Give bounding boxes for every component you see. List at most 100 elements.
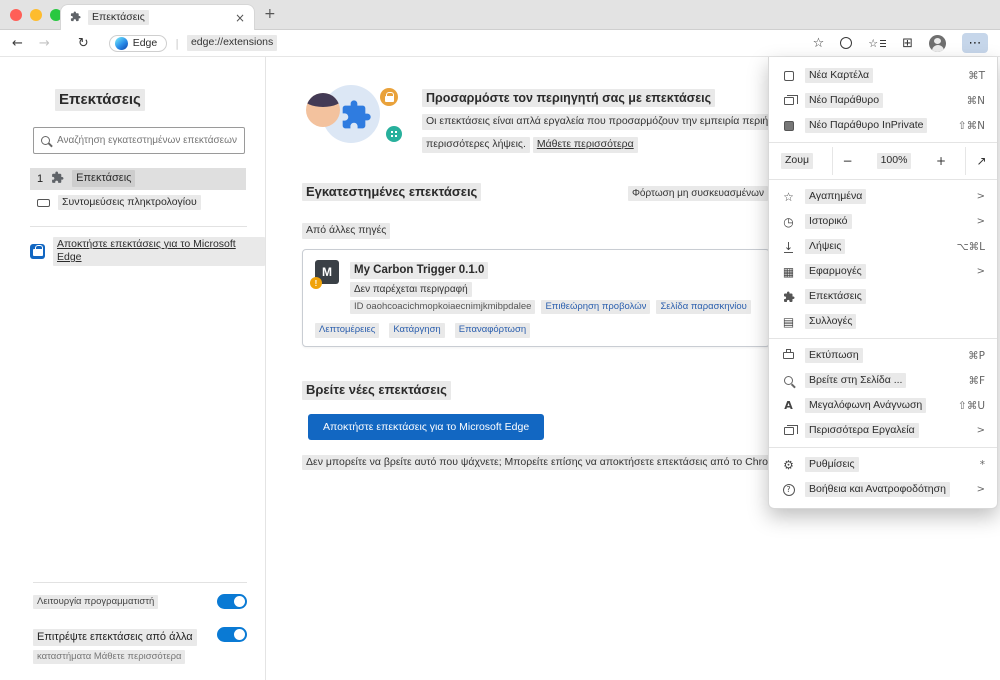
menu-item-collections[interactable]: ▤ Συλλογές (769, 309, 997, 334)
new-tab-button[interactable]: + (264, 6, 276, 22)
sidebar-title: Επεκτάσεις (55, 89, 145, 111)
sidebar-item-label: Συντομεύσεις πληκτρολογίου (58, 194, 201, 211)
menu-separator (769, 338, 997, 339)
menu-item-more-tools[interactable]: Περισσότερα Εργαλεία > (769, 418, 997, 443)
fullscreen-icon[interactable]: ↗ (965, 147, 997, 175)
site-badge-label: Edge (132, 37, 158, 49)
favorites-star-icon: ☆ (783, 189, 794, 204)
history-icon: ◷ (783, 214, 794, 229)
sidebar-item-extensions[interactable]: 1 Επεκτάσεις (30, 167, 246, 190)
extension-description: Δεν παρέχεται περιγραφή (350, 282, 472, 297)
star-glyph-icon: ☆ (868, 36, 879, 50)
menu-item-apps[interactable]: ▦ Εφαρμογές > (769, 259, 997, 284)
search-icon (41, 135, 50, 145)
address-url[interactable]: edge://extensions (186, 35, 278, 51)
get-extensions-button[interactable]: Αποκτήστε επεκτάσεις για το Microsoft Ed… (308, 413, 545, 440)
back-button[interactable]: ← (12, 36, 23, 51)
favorites-hub-icon[interactable]: ☆ (868, 36, 887, 50)
copilot-icon[interactable] (840, 37, 853, 49)
menu-item-new-window[interactable]: Νέο Παράθυρο ⌘N (769, 88, 997, 113)
close-tab-icon[interactable]: × (235, 11, 245, 25)
menu-item-settings[interactable]: ⚙ Ρυθμίσεις * (769, 452, 997, 477)
profile-avatar[interactable] (929, 34, 946, 52)
sidebar-item-keyboard-shortcuts[interactable]: Συντομεύσεις πληκτρολογίου (30, 192, 246, 214)
address-bar[interactable]: Edge | edge://extensions (108, 34, 278, 52)
developer-mode-toggle[interactable] (217, 594, 247, 610)
settings-and-more-button[interactable]: ⋯ (962, 33, 988, 53)
allow-other-stores-toggle[interactable] (217, 627, 247, 643)
hero-illustration (306, 85, 406, 147)
zoom-label: Ζουμ (781, 153, 814, 169)
reload-button[interactable]: ↻ (78, 36, 89, 51)
allow-other-stores-sublabel: καταστήματα Μάθετε περισσότερα (33, 649, 186, 664)
collections-icon: ▤ (782, 314, 795, 329)
menu-shortcut: ⇧⌘U (958, 399, 985, 412)
zoom-value: 100% (876, 153, 912, 169)
details-button[interactable]: Λεπτομέρειες (315, 323, 380, 338)
menu-separator (769, 179, 997, 180)
zoom-out-button[interactable]: − (832, 147, 862, 175)
settings-gear-icon: ⚙ (783, 457, 794, 472)
tab-title: Επεκτάσεις (88, 9, 149, 26)
reload-extension-button[interactable]: Επαναφόρτωση (454, 323, 531, 338)
menu-item-read-aloud[interactable]: A Μεγαλόφωνη Ανάγνωση ⇧⌘U (769, 393, 997, 418)
menu-item-help-feedback[interactable]: ? Βοήθεια και Ανατροφοδότηση > (769, 477, 997, 502)
extension-card: M ! My Carbon Trigger 0.1.0 Δεν παρέχετα… (302, 249, 770, 347)
menu-shortcut: ⌘P (968, 349, 985, 362)
warning-badge-icon: ! (310, 277, 322, 290)
menu-item-new-inprivate-window[interactable]: Νέο Παράθυρο InPrivate ⇧⌘N (769, 113, 997, 138)
developer-mode-label: Λειτουργία προγραμματιστή (33, 594, 159, 610)
source-badge: Από άλλες πηγές (302, 223, 391, 240)
chevron-right-icon: > (976, 216, 985, 227)
learn-more-link[interactable]: Μάθετε περισσότερα (532, 136, 638, 153)
get-extensions-label: Αποκτήστε επεκτάσεις για το Microsoft Ed… (53, 236, 265, 266)
menu-item-find-on-page[interactable]: Βρείτε στη Σελίδα ... ⌘F (769, 368, 997, 393)
list-lines-icon (880, 39, 887, 47)
minimize-window-button[interactable] (30, 9, 42, 21)
background-page-link[interactable]: Σελίδα παρασκηνίου (656, 300, 751, 315)
extensions-sidebar: Επεκτάσεις 1 Επεκτάσεις Συντομεύσεις πλη… (0, 57, 266, 680)
chevron-right-icon: > (976, 425, 985, 436)
edge-logo-icon (114, 36, 128, 50)
menu-item-favorites[interactable]: ☆ Αγαπημένα > (769, 184, 997, 209)
favorite-star-icon[interactable]: ☆ (813, 36, 825, 51)
menu-shortcut: ⌥⌘L (956, 240, 985, 253)
search-input[interactable] (57, 134, 237, 146)
chevron-right-icon: > (976, 191, 985, 202)
menu-item-downloads[interactable]: ↓ Λήψεις ⌥⌘L (769, 234, 997, 259)
menu-item-label: Περισσότερα Εργαλεία (805, 422, 919, 439)
apps-icon: ▦ (782, 264, 795, 279)
menu-shortcut: * (979, 458, 985, 471)
zoom-in-button[interactable]: + (926, 154, 956, 168)
menu-item-new-tab[interactable]: Νέα Καρτέλα ⌘T (769, 63, 997, 88)
new-tab-icon (783, 70, 794, 81)
menu-item-extensions[interactable]: Επεκτάσεις (769, 284, 997, 309)
menu-item-label: Λήψεις (805, 238, 846, 255)
sidebar-footer: Λειτουργία προγραμματιστή Επιτρέψτε επεκ… (33, 570, 247, 664)
search-box[interactable] (33, 126, 245, 154)
find-icon (784, 376, 793, 385)
new-window-icon (783, 94, 798, 105)
menu-shortcut: ⌘T (968, 69, 985, 82)
keyboard-icon (37, 198, 50, 207)
forward-button[interactable]: → (39, 36, 50, 51)
menu-item-print[interactable]: Εκτύπωση ⌘P (769, 343, 997, 368)
remove-button[interactable]: Κατάργηση (389, 323, 445, 338)
window-controls (10, 9, 62, 21)
close-window-button[interactable] (10, 9, 22, 21)
menu-item-history[interactable]: ◷ Ιστορικό > (769, 209, 997, 234)
menu-shortcut: ⌘F (968, 374, 985, 387)
extensions-puzzle-icon (781, 291, 796, 303)
load-unpacked-link[interactable]: Φόρτωση μη συσκευασμένων (627, 186, 768, 202)
collections-icon[interactable]: ⊞ (902, 36, 913, 51)
menu-item-label: Νέο Παράθυρο (805, 92, 884, 109)
browser-tab[interactable]: Επεκτάσεις × (60, 4, 255, 30)
find-new-heading: Βρείτε νέες επεκτάσεις (302, 380, 451, 400)
extension-icon: M ! (310, 260, 339, 290)
chevron-right-icon: > (976, 266, 985, 277)
menu-separator (769, 142, 997, 143)
get-extensions-link[interactable]: Αποκτήστε επεκτάσεις για το Microsoft Ed… (30, 236, 265, 266)
inspect-views-link[interactable]: Επιθεώρηση προβολών (541, 300, 651, 315)
chevron-right-icon: > (976, 484, 985, 495)
menu-item-label: Συλλογές (805, 313, 857, 330)
